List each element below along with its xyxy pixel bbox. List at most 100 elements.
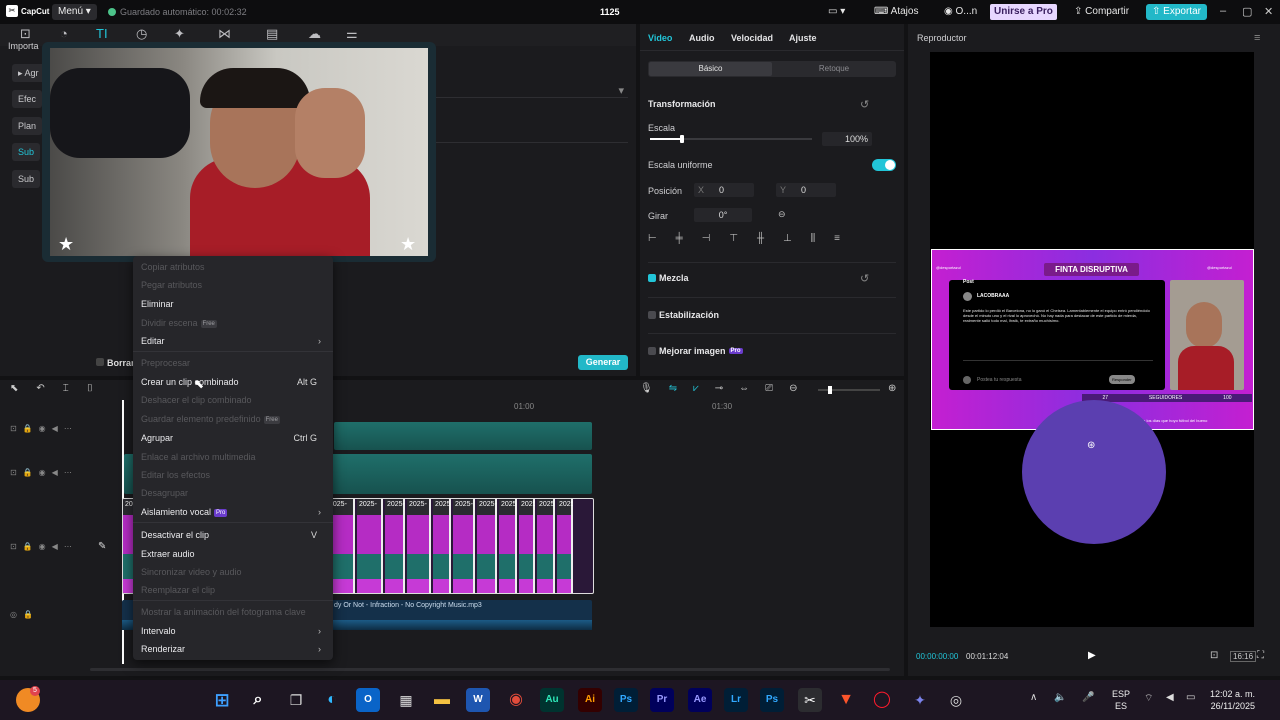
scale-slider[interactable]	[650, 135, 812, 143]
menu-item[interactable]: Renderizar ›	[141, 640, 325, 658]
position-y-input[interactable]: Y 0	[776, 183, 836, 197]
menu-item[interactable]: Editar ›	[141, 332, 325, 350]
volume-icon[interactable]: ◀	[52, 542, 64, 551]
zoom-slider[interactable]	[818, 386, 880, 394]
scale-input[interactable]: 100%	[822, 132, 872, 146]
capcut-taskbar-icon[interactable]: ✂	[798, 688, 822, 712]
tray-chevron-icon[interactable]: ∧	[1030, 692, 1037, 703]
snap-icon[interactable]: ⊸	[715, 383, 723, 394]
menu-item[interactable]: Extraer audio	[141, 545, 325, 563]
language-indicator[interactable]: ESP ES	[1112, 688, 1130, 712]
volume-icon[interactable]: ◀	[52, 468, 64, 477]
windows-start-icon[interactable]: ⊞	[210, 688, 234, 712]
text-icon[interactable]: TI	[96, 26, 108, 41]
video-clip[interactable]: 2025-	[519, 499, 535, 593]
align-center-h-icon[interactable]: ╪	[676, 233, 683, 247]
battery-icon[interactable]: ▭	[1186, 692, 1195, 703]
menu-item[interactable]: Desactivar el clip V	[141, 526, 325, 544]
distribute-v-icon[interactable]: ≡	[834, 233, 840, 247]
play-icon[interactable]: ▶	[1088, 650, 1096, 661]
user-account[interactable]: ◉ O...n	[944, 4, 977, 20]
audio-icon[interactable]: ◔	[60, 26, 68, 41]
volume-icon[interactable]: ◀	[52, 424, 64, 433]
reset-icon[interactable]: ↺	[860, 272, 869, 285]
align-left-icon[interactable]: ⊢	[648, 233, 657, 247]
speaker-icon[interactable]: 🔈	[1054, 692, 1066, 703]
delete-checkbox[interactable]: Borrar	[96, 358, 135, 368]
word-icon[interactable]: W	[466, 688, 490, 712]
tab-basic[interactable]: Básico	[649, 62, 772, 76]
clock[interactable]: 12:02 a. m. 26/11/2025	[1210, 688, 1255, 712]
align-top-icon[interactable]: ⊤	[729, 233, 738, 247]
tab-speed[interactable]: Velocidad	[731, 33, 773, 43]
zoom-out-icon[interactable]: ⊖	[789, 383, 797, 394]
undo-icon[interactable]: ↶	[36, 383, 44, 394]
tab-adjust[interactable]: Ajuste	[789, 33, 817, 43]
photoshop-icon-2[interactable]: Ps	[760, 688, 784, 712]
tab-audio[interactable]: Audio	[689, 33, 715, 43]
blend-section[interactable]: Mezcla	[648, 273, 689, 283]
sticker-icon[interactable]: ◷	[136, 26, 147, 42]
sidebar-item-3[interactable]: Plan	[12, 117, 43, 135]
position-x-input[interactable]: X 0	[694, 183, 754, 197]
rotate-dial-icon[interactable]: ⊖	[778, 209, 786, 220]
sidebar-item-2[interactable]: Efec	[12, 90, 43, 108]
video-clip[interactable]: 2025-	[385, 499, 405, 593]
outlook-icon[interactable]: O	[356, 688, 380, 712]
effects-icon[interactable]: ✦	[174, 26, 185, 42]
menu-button[interactable]: Menú ▾	[52, 4, 97, 20]
adjust-icon[interactable]: ⚌	[346, 26, 358, 42]
export-button[interactable]: ⇧ Exportar	[1146, 4, 1207, 20]
lock-icon[interactable]: 🔒	[23, 542, 39, 551]
folder-icon[interactable]: ▬	[430, 688, 454, 712]
lock-icon[interactable]: 🔒	[23, 610, 39, 619]
audition-icon[interactable]: Au	[540, 688, 564, 712]
fullscreen-icon[interactable]: ⛶	[1257, 650, 1264, 661]
menu-item[interactable]: Crear un clip combinado Alt G	[141, 373, 325, 391]
premiere-icon[interactable]: Pr	[650, 688, 674, 712]
timeline-scrollbar[interactable]	[90, 668, 890, 671]
select-tool-icon[interactable]: ⬉	[10, 383, 18, 394]
generate-button[interactable]: Generar	[578, 355, 628, 370]
menu-lines-icon[interactable]: ≡	[1254, 32, 1260, 44]
layout-icon[interactable]: ▭ ▾	[828, 4, 845, 20]
after-effects-icon[interactable]: Ae	[688, 688, 712, 712]
task-view-icon[interactable]: ❐	[284, 688, 308, 712]
lock-icon[interactable]: 🔒	[23, 468, 39, 477]
enhance-section[interactable]: Mejorar imagen Pro	[648, 346, 743, 356]
edit-cover-icon[interactable]: ✎	[98, 541, 106, 552]
join-pro-button[interactable]: Unirse a Pro	[990, 4, 1057, 20]
eye-icon[interactable]: ◉	[39, 468, 52, 477]
more-icon[interactable]: ⋯	[64, 468, 78, 477]
video-clip[interactable]: 2025-	[407, 499, 431, 593]
wifi-icon[interactable]: ⌔	[1144, 692, 1153, 705]
photoshop-icon[interactable]: Ps	[614, 688, 638, 712]
menu-item[interactable]: Aislamiento vocal Pro ›	[141, 503, 325, 521]
sidebar-item-1[interactable]: ▸ Agr	[12, 64, 45, 82]
lightroom-icon[interactable]: Lr	[724, 688, 748, 712]
reset-icon[interactable]: ↺	[860, 98, 869, 111]
distribute-h-icon[interactable]: ⫼	[811, 233, 816, 247]
more-icon[interactable]: ⋯	[64, 542, 78, 551]
video-clip[interactable]: 2025-	[477, 499, 497, 593]
menu-item[interactable]: Intervalo ›	[141, 622, 325, 640]
split-left-icon[interactable]: ⌷	[87, 383, 93, 394]
mic-icon[interactable]: 🎙	[640, 383, 653, 394]
import-icon[interactable]: ⊡	[20, 26, 31, 42]
close-icon[interactable]: ✕	[1264, 5, 1273, 18]
sidebar-item-4[interactable]: Sub	[12, 143, 41, 161]
opera-icon[interactable]: ◯	[870, 688, 894, 712]
align-tracks-icon[interactable]: ⇔	[739, 383, 749, 394]
uniform-scale-toggle[interactable]	[872, 159, 896, 171]
video-clip[interactable]: 2025-	[357, 499, 383, 593]
sidebar-item-5[interactable]: Sub	[12, 170, 41, 188]
stabilize-section[interactable]: Estabilización	[648, 310, 719, 320]
minimize-icon[interactable]: –	[1220, 5, 1226, 17]
edge-icon[interactable]: ◐	[320, 688, 344, 712]
maximize-icon[interactable]: ▢	[1242, 5, 1252, 18]
filters-icon[interactable]: ☁	[308, 26, 321, 42]
illustrator-icon[interactable]: Ai	[578, 688, 602, 712]
align-bottom-icon[interactable]: ⊥	[783, 233, 792, 247]
rotate-handle-icon[interactable]: ⊛	[1087, 440, 1095, 451]
volume-icon[interactable]: ◀	[1166, 692, 1174, 703]
